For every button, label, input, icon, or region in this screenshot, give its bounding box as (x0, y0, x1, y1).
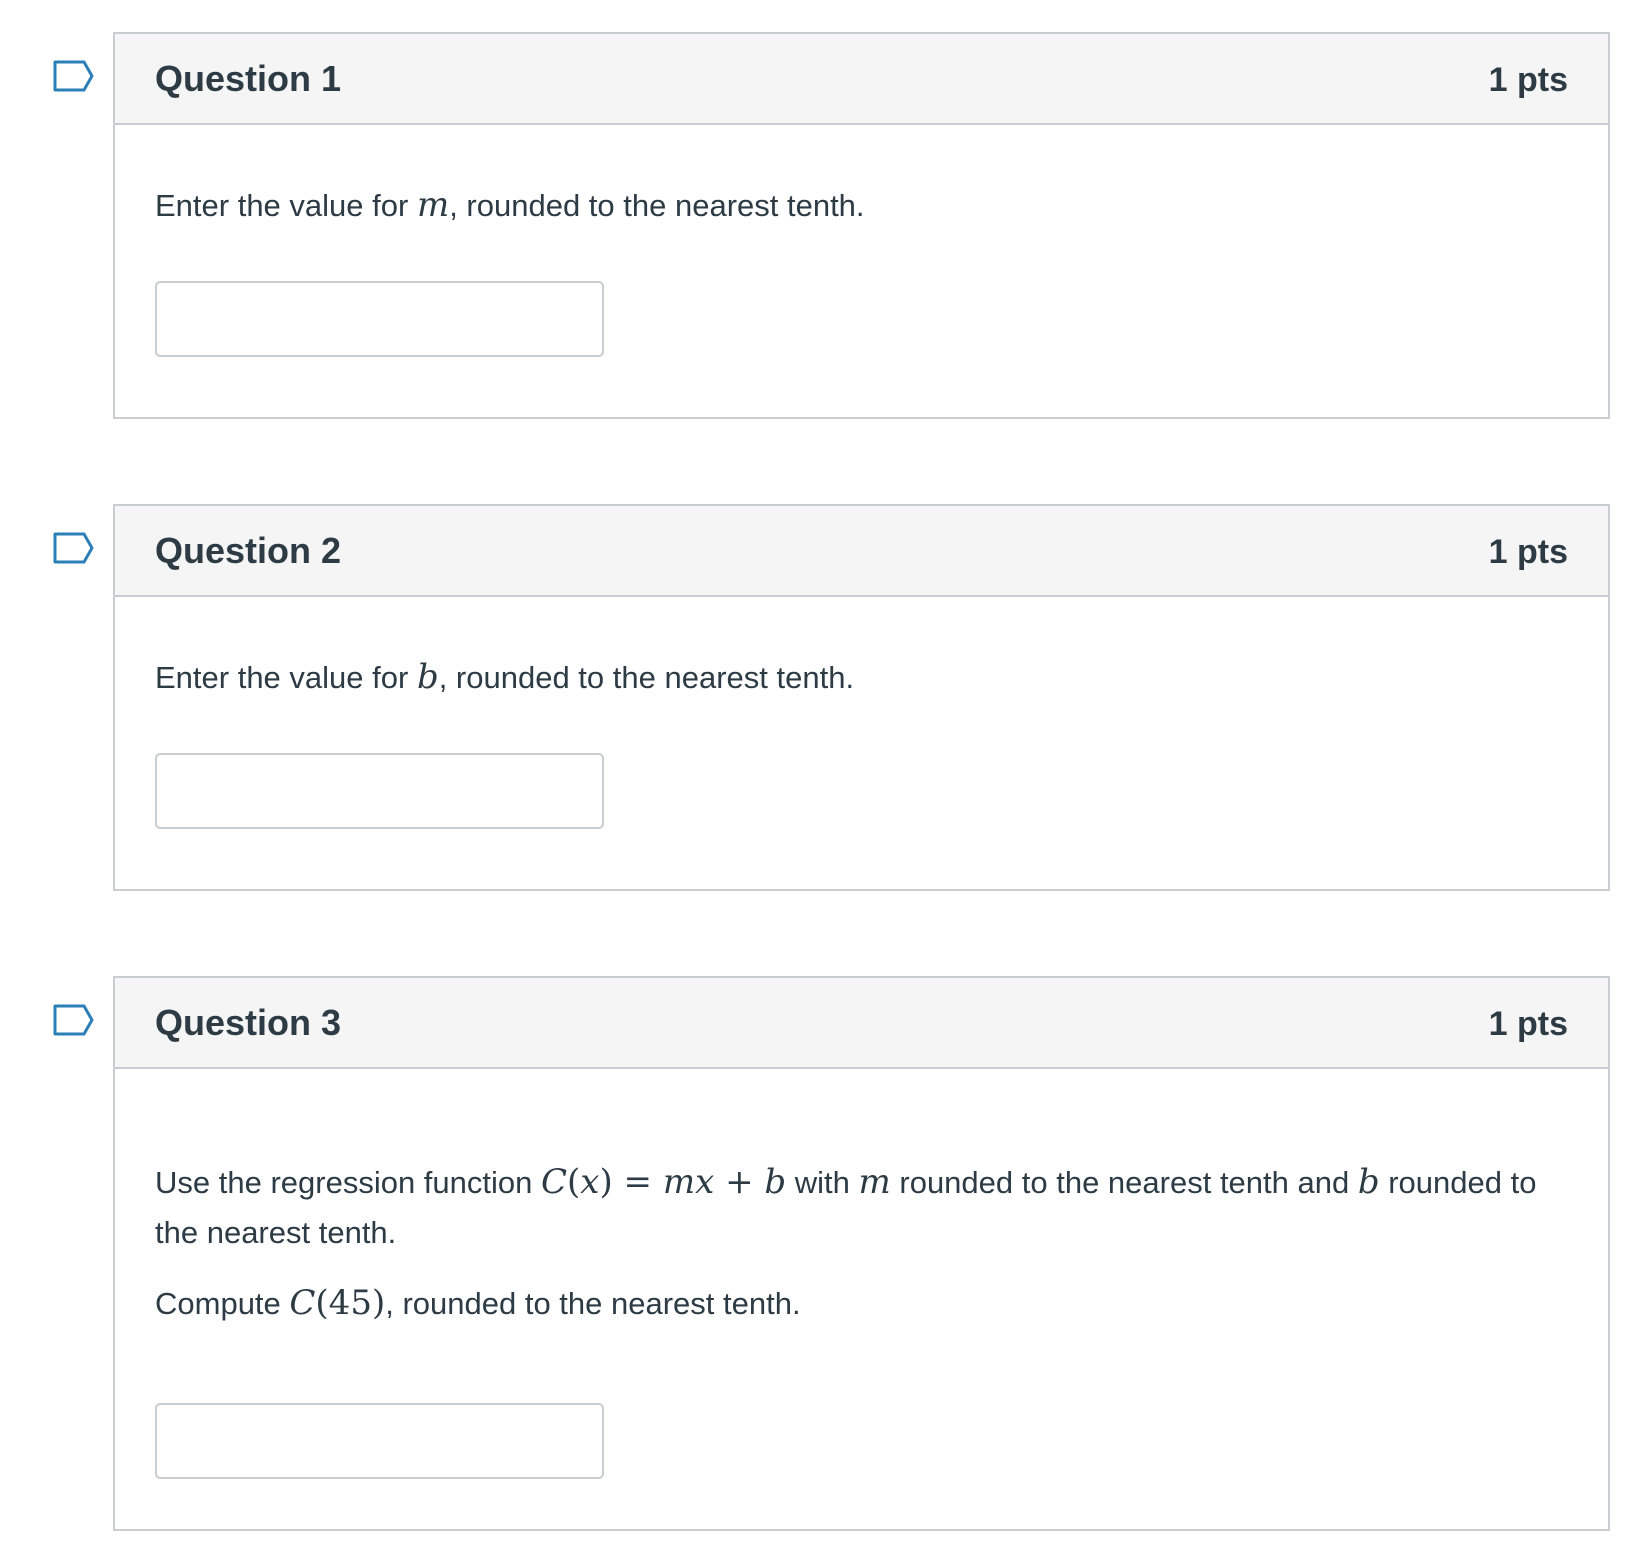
question-points: 1 pts (1488, 1005, 1568, 1043)
math-function-name: C (541, 1162, 568, 1202)
prompt-text: with (786, 1165, 859, 1200)
question-prompt: Use the regression function C(x) = mx + … (155, 1069, 1568, 1258)
question-header: Question 2 1 pts (115, 506, 1608, 597)
answer-input[interactable] (155, 281, 604, 357)
math-variable-b: b (416, 657, 439, 697)
question-card: Question 2 1 pts Enter the value for b, … (113, 504, 1610, 891)
flag-question-button[interactable] (53, 60, 95, 92)
math-variable-b: b (764, 1162, 787, 1202)
flag-question-button[interactable] (53, 532, 95, 564)
question-prompt-compute: Compute C(45), rounded to the nearest te… (155, 1278, 1568, 1329)
question-title: Question 1 (155, 58, 342, 99)
question-card: Question 1 1 pts Enter the value for m, … (113, 32, 1610, 419)
math-variable-x: x (695, 1162, 715, 1202)
bookmark-flag-icon (53, 532, 94, 564)
flag-question-button[interactable] (53, 1004, 95, 1036)
question-title: Question 3 (155, 1002, 342, 1043)
math-variable-m: m (858, 1162, 891, 1202)
question-prompt: Enter the value for b, rounded to the ne… (155, 597, 1568, 703)
question-body: Use the regression function C(x) = mx + … (115, 1069, 1608, 1479)
math-variable-b: b (1357, 1162, 1380, 1202)
math-variable-x: x (580, 1162, 600, 1202)
math-paren-close: ) (599, 1162, 613, 1202)
prompt-text: Compute (155, 1286, 290, 1321)
bookmark-flag-icon (53, 1004, 94, 1036)
answer-input[interactable] (155, 1403, 604, 1479)
math-equals: = (612, 1162, 663, 1202)
question-body: Enter the value for m, rounded to the ne… (115, 125, 1608, 357)
question-points: 1 pts (1488, 61, 1568, 99)
prompt-text: , rounded to the nearest tenth. (438, 660, 855, 695)
question-header: Question 1 1 pts (115, 34, 1608, 125)
prompt-text: Enter the value for (155, 188, 417, 223)
question-body: Enter the value for b, rounded to the ne… (115, 597, 1608, 829)
question-points: 1 pts (1488, 533, 1568, 571)
bookmark-flag-icon (53, 60, 94, 92)
prompt-text: rounded to the nearest tenth and (890, 1165, 1358, 1200)
prompt-text: Use the regression function (155, 1165, 541, 1200)
question-header: Question 3 1 pts (115, 978, 1608, 1069)
math-variable-m: m (416, 185, 450, 225)
math-variable-m: m (662, 1162, 696, 1202)
question-title: Question 2 (155, 530, 342, 571)
math-plus: + (714, 1162, 765, 1202)
question-card: Question 3 1 pts Use the regression func… (113, 976, 1610, 1531)
question-prompt: Enter the value for m, rounded to the ne… (155, 125, 1568, 231)
math-argument: (45) (315, 1283, 386, 1323)
answer-input[interactable] (155, 753, 604, 829)
math-paren-open: ( (567, 1162, 581, 1202)
prompt-text: , rounded to the nearest tenth. (449, 188, 865, 223)
prompt-text: Enter the value for (155, 660, 417, 695)
math-function-name: C (289, 1283, 316, 1323)
prompt-text: , rounded to the nearest tenth. (385, 1286, 801, 1321)
